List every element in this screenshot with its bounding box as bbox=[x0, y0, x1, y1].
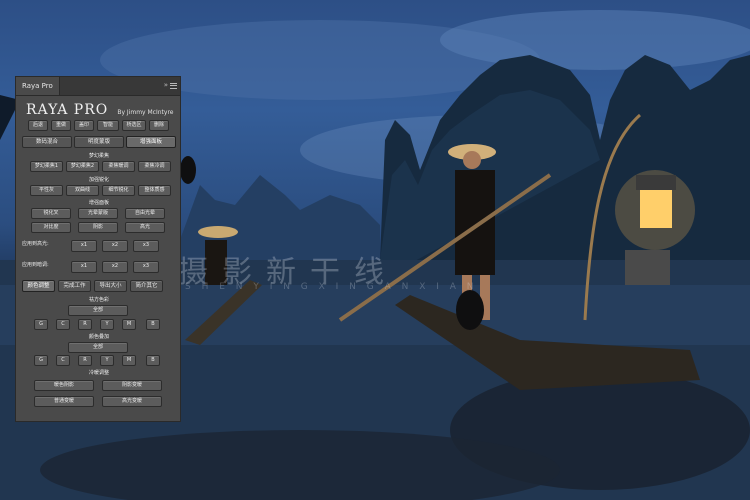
tab-digital-blending[interactable]: 数码混合 bbox=[22, 136, 72, 148]
undo-button[interactable]: 后退 bbox=[28, 120, 48, 131]
tab-luminosity-masks[interactable]: 明度蒙版 bbox=[74, 136, 124, 148]
shadow-button[interactable]: 阴影 bbox=[78, 222, 118, 233]
color-removal-b-button[interactable]: B bbox=[146, 319, 160, 330]
dream-button-1[interactable]: 梦幻柔焦1 bbox=[30, 161, 63, 172]
shadow-x1-button[interactable]: x1 bbox=[71, 261, 97, 273]
panel-title-byline: By Jimmy McIntyre bbox=[117, 109, 174, 116]
dream-warm-button[interactable]: 柔焦暖调 bbox=[102, 161, 135, 172]
color-removal-c-button[interactable]: C bbox=[56, 319, 70, 330]
color-overlay-all-button[interactable]: 全部 bbox=[68, 342, 128, 353]
sharpen-title: 加强锐化 bbox=[88, 177, 109, 183]
panel-title-main: RAYA PRO bbox=[26, 102, 109, 118]
raya-pro-panel: Raya Pro » RAYA PRO By Jimmy McIntyre 后退… bbox=[15, 76, 181, 422]
warm-cool-title: 冷暖调整 bbox=[88, 370, 109, 376]
color-removal-all-button[interactable]: 全部 bbox=[68, 305, 128, 316]
detail-sharpen-button[interactable]: 细节锐化 bbox=[102, 185, 135, 196]
color-overlay-b-button[interactable]: B bbox=[146, 355, 160, 366]
normal-warm-button[interactable]: 普通变暖 bbox=[34, 396, 94, 407]
panel-tab-bar: Raya Pro » bbox=[16, 77, 180, 96]
color-removal-m-button[interactable]: M bbox=[122, 319, 136, 330]
color-removal-r-button[interactable]: R bbox=[78, 319, 92, 330]
color-removal-g-button[interactable]: G bbox=[34, 319, 48, 330]
dream-button-2[interactable]: 梦幻柔焦2 bbox=[66, 161, 99, 172]
color-removal-y-button[interactable]: Y bbox=[100, 319, 114, 330]
color-overlay-r-button[interactable]: R bbox=[78, 355, 92, 366]
contrast-button[interactable]: 对比度 bbox=[31, 222, 71, 233]
color-overlay-m-button[interactable]: M bbox=[122, 355, 136, 366]
overall-texture-button[interactable]: 整体质感 bbox=[138, 185, 171, 196]
panel-title: RAYA PRO By Jimmy McIntyre bbox=[26, 99, 174, 118]
enhance-title: 增强面板 bbox=[88, 200, 109, 206]
panel-tab-raya-pro[interactable]: Raya Pro bbox=[16, 77, 60, 95]
color-overlay-title: 颜色叠加 bbox=[88, 334, 109, 340]
smart-button[interactable]: 智能 bbox=[97, 120, 119, 131]
color-removal-title: 祛方色彩 bbox=[88, 297, 109, 303]
color-overlay-c-button[interactable]: C bbox=[56, 355, 70, 366]
selection-button[interactable]: 桥选区 bbox=[122, 120, 146, 131]
tab-info-other[interactable]: 简介其它 bbox=[130, 280, 163, 292]
apply-highlight-label: 应用到高光: bbox=[22, 241, 49, 247]
color-overlay-y-button[interactable]: Y bbox=[100, 355, 114, 366]
dreamy-soft-focus-title: 梦幻柔焦 bbox=[88, 153, 109, 159]
highlight-x1-button[interactable]: x1 bbox=[71, 240, 97, 252]
highlight-warm-button[interactable]: 高光变暖 bbox=[102, 396, 162, 407]
redo-button[interactable]: 重做 bbox=[51, 120, 71, 131]
tab-finish-work[interactable]: 完成工作 bbox=[58, 280, 91, 292]
highlight-button[interactable]: 高光 bbox=[125, 222, 165, 233]
tab-color-adjust[interactable]: 颜色调整 bbox=[22, 280, 55, 292]
tab-export-size[interactable]: 导出大小 bbox=[94, 280, 127, 292]
neutral-gray-button[interactable]: 平性灰 bbox=[30, 185, 63, 196]
stamp-button[interactable]: 盖印 bbox=[74, 120, 94, 131]
shadow-x3-button[interactable]: x3 bbox=[133, 261, 159, 273]
panel-menu-icon[interactable] bbox=[170, 81, 177, 89]
color-overlay-g-button[interactable]: G bbox=[34, 355, 48, 366]
watermark-subtext: S H E N Y I N G X I N G A N X I A N bbox=[185, 282, 478, 292]
collapse-icon[interactable]: » bbox=[164, 81, 168, 89]
shadow-x2-button[interactable]: x2 bbox=[102, 261, 128, 273]
sharpen-x-button[interactable]: 锐化叉 bbox=[31, 208, 71, 219]
double-curve-button[interactable]: 双曲线 bbox=[66, 185, 99, 196]
free-glow-button[interactable]: 自由光晕 bbox=[125, 208, 165, 219]
highlight-x3-button[interactable]: x3 bbox=[133, 240, 159, 252]
delete-button[interactable]: 删除 bbox=[149, 120, 169, 131]
warm-shadow-button[interactable]: 暖色阴影 bbox=[34, 380, 94, 391]
apply-shadow-label: 应用到暗调: bbox=[22, 262, 49, 268]
highlight-x2-button[interactable]: x2 bbox=[102, 240, 128, 252]
tab-enhance-panel[interactable]: 增强面板 bbox=[126, 136, 176, 148]
dream-cool-button[interactable]: 柔焦冷调 bbox=[138, 161, 171, 172]
glow-mask-button[interactable]: 光晕蒙版 bbox=[78, 208, 118, 219]
shadow-warm-button[interactable]: 阴影变暖 bbox=[102, 380, 162, 391]
